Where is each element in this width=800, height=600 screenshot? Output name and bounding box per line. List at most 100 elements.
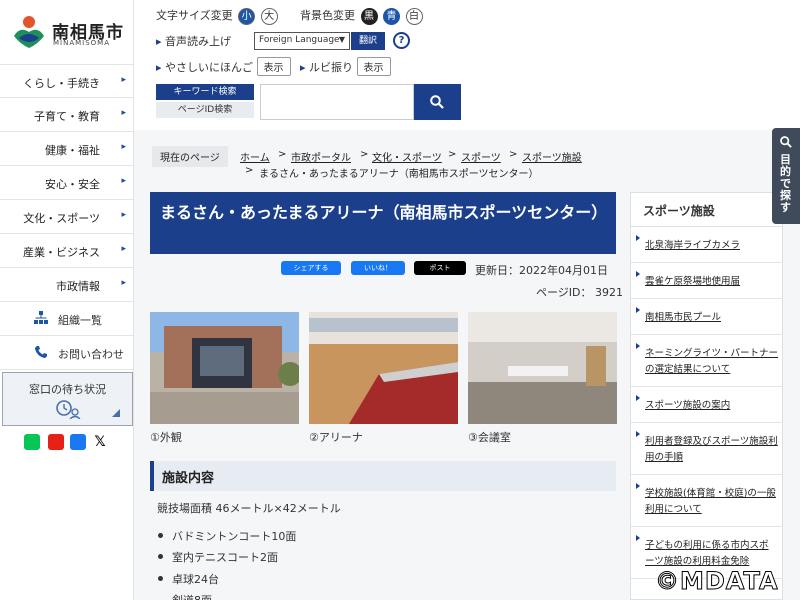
watermark: ©MDATA bbox=[655, 567, 779, 596]
breadcrumb-link[interactable]: ホーム bbox=[240, 149, 270, 164]
arena-image bbox=[309, 312, 458, 424]
chevron-right-icon: ▸ bbox=[156, 35, 162, 48]
breadcrumb-label: 現在のページ bbox=[152, 146, 228, 167]
easy-japanese-button[interactable]: 表示 bbox=[256, 57, 291, 76]
chevron-right-icon: ▸ bbox=[156, 61, 162, 74]
related-link[interactable]: ネーミングライツ・パートナーの選定結果について bbox=[631, 337, 782, 387]
chevron-right-icon: ▸ bbox=[121, 244, 126, 254]
breadcrumb-link[interactable]: 文化・スポーツ bbox=[372, 149, 442, 164]
line-icon[interactable] bbox=[24, 434, 40, 450]
contact-label: お問い合わせ bbox=[58, 348, 124, 361]
chevron-right-icon: ▸ bbox=[121, 142, 126, 152]
bg-black-button[interactable]: 黒 bbox=[360, 8, 378, 25]
nav-item-label: 子育て・教育 bbox=[34, 110, 100, 123]
chevron-down-icon: ▼ bbox=[338, 35, 345, 44]
nav-item-label: 産業・ビジネス bbox=[23, 246, 100, 259]
tab-keyword-search[interactable]: キーワード検索 bbox=[156, 84, 254, 100]
facebook-icon[interactable] bbox=[70, 434, 86, 450]
purpose-search-button[interactable]: 目的で探す bbox=[772, 128, 800, 224]
related-link[interactable]: 学校施設(体育館・校庭)の一般利用について bbox=[631, 477, 782, 527]
nav-item-health[interactable]: 健康・福祉 ▸ bbox=[0, 132, 134, 166]
sns-links: 𝕏 bbox=[24, 434, 124, 450]
ruby-label: ルビ振り bbox=[309, 61, 354, 74]
nav-item-childcare[interactable]: 子育て・教育 ▸ bbox=[0, 98, 134, 132]
photo-caption: ①外観 bbox=[150, 431, 182, 444]
breadcrumb-separator: > bbox=[278, 149, 287, 160]
chevron-right-icon: ▸ bbox=[121, 75, 126, 85]
translate-button[interactable]: 翻訳 bbox=[351, 32, 385, 50]
chevron-right-icon: ▸ bbox=[121, 176, 126, 186]
help-icon[interactable]: ? bbox=[393, 32, 410, 49]
nav-item-label: 文化・スポーツ bbox=[23, 212, 100, 225]
related-link[interactable]: 雲雀ケ原祭場地使用届 bbox=[631, 265, 782, 299]
font-size-control: 文字サイズ変更 小 大 bbox=[156, 7, 278, 25]
wait-status-label: 窓口の待ち状況 bbox=[29, 383, 106, 396]
nav-item-label: 市政情報 bbox=[56, 280, 100, 293]
page-id: ページID： 3921 bbox=[536, 286, 623, 299]
org-list-link[interactable]: 組織一覧 bbox=[0, 302, 134, 336]
chevron-right-icon: ▸ bbox=[300, 61, 306, 74]
main-nav: くらし・手続き ▸ 子育て・教育 ▸ 健康・福祉 ▸ 安心・安全 ▸ 文化・スポーツ ▸ … bbox=[0, 64, 134, 302]
language-select[interactable]: Foreign Language ▼ bbox=[254, 32, 350, 50]
related-link[interactable]: 北泉海岸ライブカメラ bbox=[631, 229, 782, 263]
ruby-button[interactable]: 表示 bbox=[356, 57, 391, 76]
nav-item-business[interactable]: 産業・ビジネス ▸ bbox=[0, 234, 134, 268]
breadcrumb-current: まるさん・あったまるアリーナ（南相馬市スポーツセンター） bbox=[259, 169, 539, 180]
photo-meeting-room bbox=[468, 312, 617, 424]
breadcrumb-link[interactable]: スポーツ bbox=[461, 149, 501, 164]
secondary-nav: 組織一覧 お問い合わせ bbox=[0, 302, 134, 370]
section-heading: 施設内容 bbox=[150, 461, 616, 491]
voice-reader-link[interactable]: ▸ 音声読み上げ bbox=[156, 33, 231, 49]
list-item: バドミントンコート10面 bbox=[157, 530, 297, 543]
photo-arena bbox=[309, 312, 458, 424]
search-icon bbox=[780, 136, 792, 148]
photo-exterior bbox=[150, 312, 299, 424]
area-text: 競技場面積 46メートル×42メートル bbox=[157, 502, 341, 515]
bg-color-label: 背景色変更 bbox=[300, 9, 355, 22]
nav-item-culture[interactable]: 文化・スポーツ ▸ bbox=[0, 200, 134, 234]
related-link[interactable]: 利用者登録及びスポーツ施設利用の手順 bbox=[631, 425, 782, 475]
search-button[interactable] bbox=[414, 84, 461, 120]
breadcrumb-separator: > bbox=[245, 165, 254, 176]
breadcrumb-separator: > bbox=[360, 149, 369, 160]
related-link[interactable]: 南相馬市民プール bbox=[631, 301, 782, 335]
search-input[interactable] bbox=[260, 84, 414, 120]
easy-japanese-control: ▸ やさしいにほんご 表示 bbox=[156, 57, 291, 76]
nav-item-label: 安心・安全 bbox=[45, 178, 100, 191]
contact-link[interactable]: お問い合わせ bbox=[0, 336, 134, 370]
font-size-label: 文字サイズ変更 bbox=[156, 9, 233, 22]
list-item: 卓球24台 bbox=[158, 573, 219, 586]
youtube-icon[interactable] bbox=[48, 434, 64, 450]
chevron-right-icon: ▸ bbox=[121, 210, 126, 220]
facebook-like-button[interactable]: いいね！ bbox=[351, 261, 405, 275]
nav-item-label: 健康・福祉 bbox=[45, 144, 100, 157]
purpose-search-label: 目的で探す bbox=[780, 153, 791, 214]
language-select-value: Foreign Language bbox=[259, 35, 340, 45]
corner-arrow-icon bbox=[112, 409, 120, 417]
nav-item-life[interactable]: くらし・手続き ▸ bbox=[0, 64, 134, 98]
facebook-share-button[interactable]: シェアする bbox=[281, 261, 341, 275]
tab-pageid-search[interactable]: ページID検索 bbox=[156, 102, 254, 118]
nav-item-label: くらし・手続き bbox=[23, 77, 100, 90]
left-sidebar: 南相馬市 MINAMISOMA くらし・手続き ▸ 子育て・教育 ▸ 健康・福祉 ▸ … bbox=[0, 0, 134, 600]
bg-color-control: 背景色変更 黒 青 白 bbox=[300, 7, 423, 25]
list-item: 剣道8面 bbox=[172, 592, 212, 600]
x-post-button[interactable]: ポスト bbox=[414, 261, 466, 275]
x-icon[interactable]: 𝕏 bbox=[92, 434, 108, 450]
nav-item-cityinfo[interactable]: 市政情報 ▸ bbox=[0, 268, 134, 302]
ruby-control: ▸ ルビ振り 表示 bbox=[300, 57, 391, 76]
related-link[interactable]: スポーツ施設の案内 bbox=[631, 389, 782, 423]
breadcrumb-link[interactable]: 市政ポータル bbox=[291, 149, 351, 164]
site-logo[interactable]: 南相馬市 MINAMISOMA bbox=[10, 14, 130, 54]
bg-blue-button[interactable]: 青 bbox=[383, 8, 400, 25]
photo-caption: ③会議室 bbox=[468, 431, 511, 444]
font-small-button[interactable]: 小 bbox=[238, 8, 256, 25]
meeting-room-image bbox=[468, 312, 617, 424]
font-large-button[interactable]: 大 bbox=[260, 8, 278, 25]
nav-item-safety[interactable]: 安心・安全 ▸ bbox=[0, 166, 134, 200]
chevron-right-icon: ▸ bbox=[121, 278, 126, 288]
breadcrumb-link[interactable]: スポーツ施設 bbox=[522, 149, 582, 164]
bg-white-button[interactable]: 白 bbox=[405, 8, 423, 25]
wait-status-panel[interactable]: 窓口の待ち状況 bbox=[2, 372, 133, 426]
clock-people-icon bbox=[56, 400, 81, 419]
